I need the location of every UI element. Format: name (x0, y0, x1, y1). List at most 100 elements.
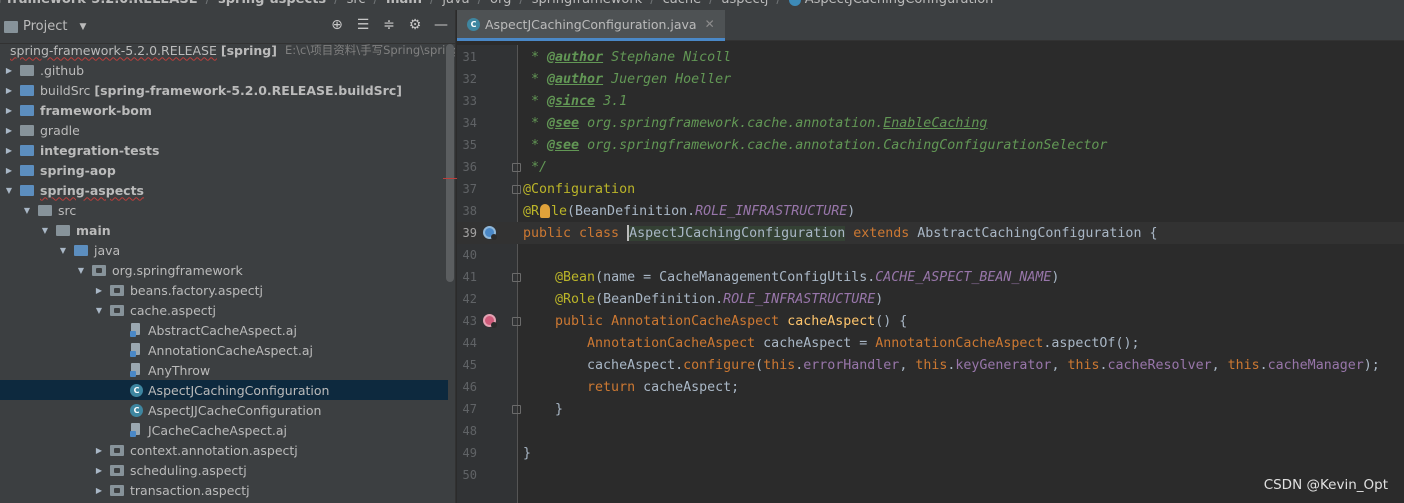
close-icon[interactable]: ✕ (705, 17, 715, 31)
tree-item[interactable]: ▶ beans.factory.aspectj (0, 280, 448, 300)
line-number: 38 (462, 204, 477, 218)
breadcrumb-separator: / (430, 0, 434, 8)
tree-item-label: JCacheCacheAspect.aj (148, 422, 288, 438)
breadcrumb-item[interactable]: AspectJCachingConfiguration (805, 0, 994, 8)
tree-item[interactable]: ▼ cache.aspectj (0, 300, 448, 320)
chevron-right-icon[interactable]: ▶ (94, 445, 104, 455)
tree-item[interactable]: ▶ .github (0, 60, 448, 80)
code-line: 42 @Role(BeanDefinition.ROLE_INFRASTRUCT… (457, 288, 1404, 310)
lightbulb-icon[interactable] (540, 203, 551, 218)
breadcrumb-item[interactable]: springframework (532, 0, 642, 8)
chevron-right-icon[interactable]: ▶ (94, 285, 104, 295)
fold-icon[interactable] (512, 184, 521, 194)
chevron-down-icon[interactable]: ▼ (22, 205, 32, 215)
code-line: 35 * @see org.springframework.cache.anno… (457, 134, 1404, 156)
breadcrumb-item[interactable]: spring-aspects (218, 0, 326, 8)
chevron-right-icon[interactable]: ▶ (4, 165, 14, 175)
code-line: 31 * @author Stephane Nicoll (457, 46, 1404, 68)
bean-gutter-icon[interactable] (483, 314, 497, 328)
tree-item-root[interactable]: spring-framework-5.2.0.RELEASE [spring] … (0, 40, 455, 60)
fold-icon[interactable] (512, 272, 521, 282)
line-number: 31 (462, 50, 477, 64)
module-icon (20, 184, 34, 196)
class-icon: C (130, 403, 143, 417)
folder-icon (38, 204, 52, 216)
module-icon (20, 164, 34, 176)
code-line: 50 (457, 464, 1404, 486)
tree-item[interactable]: ▶ framework-bom (0, 100, 448, 120)
code-area[interactable]: 31 * @author Stephane Nicoll 32 * @autho… (457, 46, 1404, 486)
tree-item[interactable]: ▼ spring-aspects (0, 180, 448, 200)
chevron-down-icon[interactable]: ▼ (40, 225, 50, 235)
tree-item[interactable]: ▶ spring-aop (0, 160, 448, 180)
breadcrumb-separator: / (374, 0, 378, 8)
fold-icon[interactable] (512, 162, 521, 172)
breadcrumb-item[interactable]: cache (663, 0, 702, 8)
tree-item[interactable]: ▼ main (0, 220, 448, 240)
tree-item[interactable]: ▶ gradle (0, 120, 448, 140)
tree-item[interactable]: C AspectJJCacheConfiguration (0, 400, 448, 420)
tree-item-label: spring-aspects (40, 182, 144, 198)
tree-item[interactable]: ▼ src (0, 200, 448, 220)
code-line: 47 } (457, 398, 1404, 420)
chevron-right-icon[interactable]: ▶ (94, 465, 104, 475)
line-number: 47 (462, 402, 477, 416)
chevron-right-icon[interactable]: ▶ (4, 105, 14, 115)
line-number: 41 (462, 270, 477, 284)
breadcrumb-item[interactable]: org (490, 0, 511, 8)
chevron-down-icon[interactable]: ▼ (58, 245, 68, 255)
expand-all-icon[interactable]: ☰ (354, 16, 372, 34)
breadcrumb-item[interactable]: java (442, 0, 469, 8)
breadcrumb-item[interactable]: main (386, 0, 422, 8)
tree-item[interactable]: JCacheCacheAspect.aj (0, 420, 448, 440)
gear-icon[interactable]: ⚙ (406, 16, 424, 34)
tree-item-label: framework-bom (40, 102, 152, 118)
chevron-down-icon[interactable]: ▼ (4, 185, 14, 195)
fold-icon[interactable] (512, 316, 521, 326)
chevron-right-icon[interactable]: ▶ (4, 125, 14, 135)
tree-item-selected[interactable]: C AspectJCachingConfiguration (0, 380, 448, 400)
chevron-down-icon[interactable]: ▼ (76, 265, 86, 275)
aspect-file-icon (130, 343, 143, 357)
breadcrumb-item[interactable]: aspectj (721, 0, 768, 8)
tree-item-label: cache.aspectj (130, 302, 217, 318)
tree-item[interactable]: AbstractCacheAspect.aj (0, 320, 448, 340)
chevron-down-icon[interactable]: ▼ (94, 305, 104, 315)
tree-item[interactable]: ▶ buildSrc [spring-framework-5.2.0.RELEA… (0, 80, 448, 100)
tree-item[interactable]: ▼ java (0, 240, 448, 260)
tree-scrollbar[interactable] (446, 44, 454, 282)
tree-item[interactable]: ▼ org.springframework (0, 260, 448, 280)
chevron-right-icon[interactable]: ▶ (4, 65, 14, 75)
tree-item[interactable]: AnyThrow (0, 360, 448, 380)
package-icon (110, 304, 124, 316)
breadcrumb-item[interactable]: g-framework-5.2.0.RELEASE (0, 0, 198, 8)
chevron-right-icon[interactable]: ▶ (4, 85, 14, 95)
tree-item-label: src (58, 202, 77, 218)
locate-icon[interactable]: ⊕ (328, 16, 346, 34)
tree-item[interactable]: ▶ integration-tests (0, 140, 448, 160)
tree-item[interactable]: AnnotationCacheAspect.aj (0, 340, 448, 360)
run-gutter-icon[interactable] (483, 226, 497, 240)
chevron-right-icon[interactable]: ▶ (4, 145, 14, 155)
breadcrumb-item[interactable]: src (347, 0, 366, 8)
fold-icon[interactable] (512, 404, 521, 414)
line-number: 48 (462, 424, 477, 438)
module-icon (20, 104, 34, 116)
tree-item-label: buildSrc (40, 82, 91, 98)
folder-icon (20, 124, 34, 136)
package-icon (110, 444, 124, 456)
tree-item-suffix: [spring-framework-5.2.0.RELEASE.buildSrc… (94, 82, 402, 98)
tree-item-suffix: [spring] (220, 42, 277, 58)
code-line: 45 cacheAspect.configure(this.errorHandl… (457, 354, 1404, 376)
tree-item[interactable]: ▶ transaction.aspectj (0, 480, 448, 500)
class-icon (788, 0, 801, 6)
project-view-selector[interactable]: Project ▼ (0, 19, 86, 34)
editor-tab-active[interactable]: C AspectJCachingConfiguration.java ✕ (457, 10, 725, 41)
hide-icon[interactable]: — (432, 16, 450, 34)
tree-item-label: beans.factory.aspectj (130, 282, 263, 298)
collapse-all-icon[interactable]: ≑ (380, 16, 398, 34)
tree-item[interactable]: ▶ context.annotation.aspectj (0, 440, 448, 460)
chevron-right-icon[interactable]: ▶ (94, 485, 104, 495)
tree-item[interactable]: ▶ scheduling.aspectj (0, 460, 448, 480)
tree-item-label: context.annotation.aspectj (130, 442, 298, 458)
